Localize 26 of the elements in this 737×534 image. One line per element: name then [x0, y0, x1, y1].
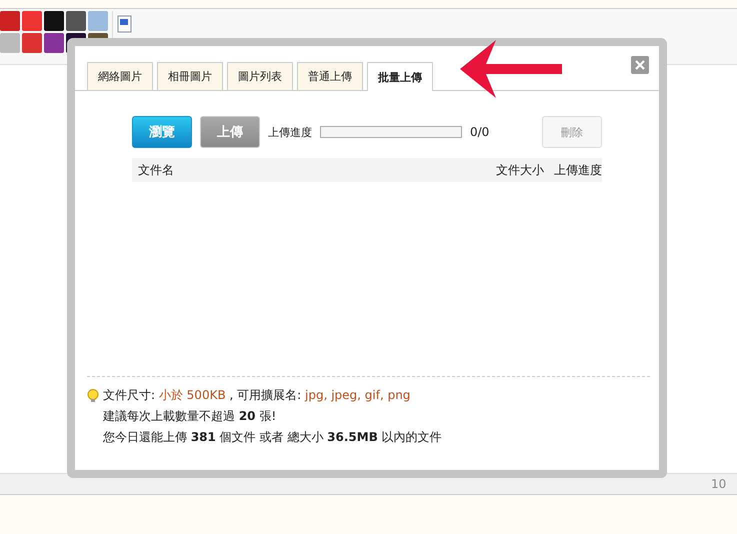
sticker-icon[interactable] [44, 11, 64, 31]
progress-reading: 0/0 [470, 125, 490, 139]
column-header: 文件大小 [495, 162, 544, 178]
sticker-icon[interactable] [44, 33, 64, 53]
close-icon [635, 60, 645, 70]
note-text: 文件尺寸: 小於 500KB , 可用擴展名: jpg, jpeg, gif, png [103, 387, 410, 404]
tab[interactable]: 批量上傳 [367, 62, 433, 91]
lightbulb-icon [87, 388, 99, 402]
sticker-icon[interactable] [0, 33, 20, 53]
sticker-icon[interactable] [22, 33, 42, 53]
progress-label: 上傳進度 [268, 124, 312, 140]
tab[interactable]: 圖片列表 [227, 62, 293, 90]
column-header: 文件名 [138, 162, 175, 178]
note-text: 建議每次上載數量不超過 20 張! [103, 408, 276, 425]
sticker-icon[interactable] [88, 11, 108, 31]
sticker-icon[interactable] [66, 11, 86, 31]
sticker-icon[interactable] [22, 11, 42, 31]
tab[interactable]: 網絡圖片 [87, 62, 153, 90]
column-header: 上傳進度 [553, 162, 602, 178]
status-text: 10 [711, 477, 728, 491]
tab[interactable]: 普通上傳 [297, 62, 363, 90]
close-button[interactable] [631, 56, 649, 74]
sticker-icon[interactable] [0, 11, 20, 31]
note-text: 您今日還能上傳 381 個文件 或者 總大小 36.5MB 以內的文件 [103, 429, 442, 446]
tab[interactable]: 相冊圖片 [157, 62, 223, 90]
document-icon[interactable] [117, 15, 133, 33]
